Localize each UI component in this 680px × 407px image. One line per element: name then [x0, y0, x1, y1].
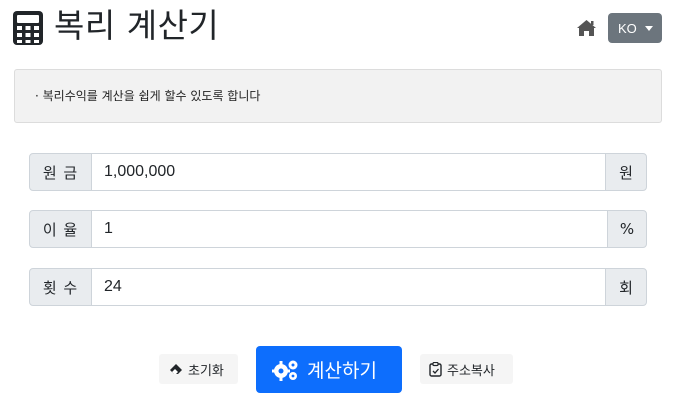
home-icon[interactable]	[576, 19, 597, 37]
caret-down-icon	[644, 26, 653, 31]
rate-unit: %	[607, 210, 647, 248]
language-label: KO	[618, 20, 637, 36]
copy-url-label: 주소복사	[447, 363, 495, 379]
notice-text: · 복리수익를 계산을 쉽게 할수 있도록 합니다	[35, 89, 261, 103]
rate-input-group: 이 율 %	[29, 210, 647, 248]
notice-box: · 복리수익를 계산을 쉽게 할수 있도록 합니다	[14, 69, 662, 123]
count-input-group: 횟 수 회	[29, 268, 647, 306]
reset-button[interactable]: 초기화	[159, 354, 238, 384]
principal-label: 원 금	[29, 153, 92, 191]
calculate-button[interactable]: 계산하기	[256, 346, 402, 393]
principal-unit: 원	[605, 153, 647, 191]
count-label: 횟 수	[29, 268, 92, 306]
language-dropdown[interactable]: KO	[608, 13, 662, 43]
principal-input[interactable]	[91, 153, 636, 191]
calculate-label: 계산하기	[307, 360, 377, 382]
clipboard-icon	[429, 361, 442, 377]
count-unit: 회	[605, 268, 647, 306]
calculator-icon	[13, 11, 43, 45]
eraser-icon	[170, 364, 182, 374]
rate-input[interactable]	[91, 210, 638, 248]
cogs-icon	[272, 360, 298, 381]
copy-url-button[interactable]: 주소복사	[420, 354, 513, 384]
page-title: 복리 계산기	[54, 6, 220, 45]
principal-input-group: 원 금 원	[29, 153, 647, 191]
count-input[interactable]	[91, 268, 636, 306]
rate-label: 이 율	[29, 210, 92, 248]
reset-label: 초기화	[188, 363, 224, 379]
header: 복리 계산기 KO	[0, 0, 680, 60]
